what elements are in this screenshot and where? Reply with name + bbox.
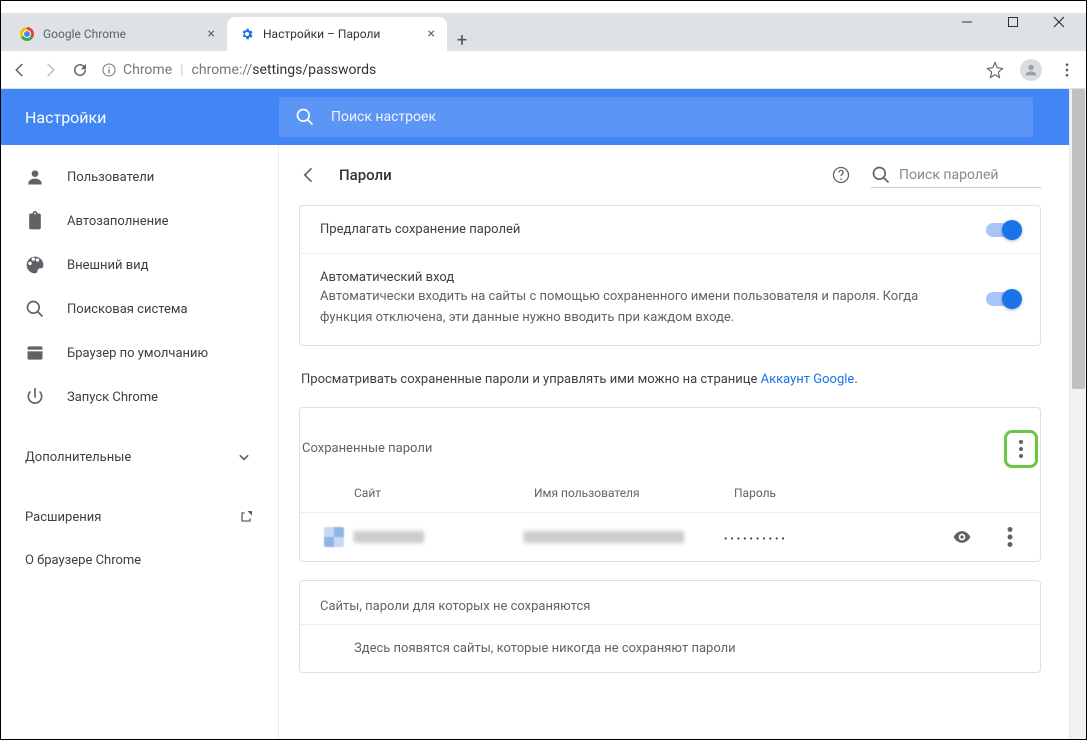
sidebar-item-label: Запуск Chrome xyxy=(67,390,158,405)
username-obscured xyxy=(524,531,684,543)
passwords-table-header: Сайт Имя пользователя Пароль xyxy=(300,474,1040,512)
site-name-obscured xyxy=(354,531,424,543)
sidebar-advanced-toggle[interactable]: Дополнительные xyxy=(1,433,278,481)
profile-avatar[interactable] xyxy=(1020,59,1042,81)
close-icon[interactable]: × xyxy=(428,26,435,42)
auto-signin-toggle[interactable] xyxy=(986,292,1020,306)
search-icon xyxy=(871,165,891,185)
omnibox[interactable]: Chrome | chrome://settings/passwords xyxy=(101,62,974,78)
search-icon xyxy=(25,299,45,319)
sidebar-item-label: Автозаполнение xyxy=(67,214,169,229)
address-bar: Chrome | chrome://settings/passwords xyxy=(1,51,1086,89)
eye-icon[interactable] xyxy=(952,527,972,547)
never-saved-heading: Сайты, пароли для которых не сохраняются xyxy=(320,599,590,614)
sidebar-about-chrome[interactable]: О браузере Chrome xyxy=(1,539,278,582)
new-tab-button[interactable]: + xyxy=(447,30,477,51)
google-account-link[interactable]: Аккаунт Google xyxy=(761,372,855,387)
saved-passwords-menu-button[interactable] xyxy=(1004,430,1038,468)
settings-title: Настройки xyxy=(1,108,279,127)
sidebar-item-label: О браузере Chrome xyxy=(25,553,141,568)
reload-icon[interactable] xyxy=(71,61,89,79)
offer-save-label: Предлагать сохранение паролей xyxy=(320,222,972,237)
sidebar-extensions[interactable]: Расширения xyxy=(1,495,278,539)
tab-label: Настройки – Пароли xyxy=(263,27,380,41)
column-site: Сайт xyxy=(354,486,534,500)
sidebar-item-appearance[interactable]: Внешний вид xyxy=(1,243,278,287)
password-row[interactable]: •••••••••• xyxy=(300,512,1040,561)
search-placeholder: Поиск настроек xyxy=(331,109,436,125)
column-password: Пароль xyxy=(734,486,1020,500)
sidebar-item-label: Расширения xyxy=(25,510,101,525)
scrollbar-thumb[interactable] xyxy=(1072,89,1085,389)
sidebar-item-label: Пользователи xyxy=(67,170,154,185)
manage-passwords-note: Просматривать сохраненные пароли и управ… xyxy=(299,364,1041,407)
person-icon xyxy=(25,167,45,187)
help-icon[interactable] xyxy=(831,165,851,185)
passwords-search-placeholder: Поиск паролей xyxy=(899,167,998,183)
column-user: Имя пользователя xyxy=(534,486,734,500)
more-vert-icon[interactable] xyxy=(1000,527,1020,547)
info-icon xyxy=(101,62,117,78)
back-arrow-icon[interactable] xyxy=(299,165,319,185)
settings-panel: Пароли Поиск паролей Предлагать сохранен… xyxy=(279,145,1069,739)
passwords-search[interactable]: Поиск паролей xyxy=(871,163,1041,188)
site-favicon xyxy=(324,527,344,547)
close-icon[interactable]: × xyxy=(208,26,215,42)
saved-passwords-heading: Сохраненные пароли xyxy=(302,441,432,456)
sidebar-item-on-startup[interactable]: Запуск Chrome xyxy=(1,375,278,419)
external-link-icon xyxy=(238,509,254,525)
offer-save-toggle[interactable] xyxy=(986,223,1020,237)
auto-signin-title: Автоматический вход xyxy=(320,270,972,285)
tab-strip: Google Chrome × Настройки – Пароли × + xyxy=(1,13,1086,51)
power-icon xyxy=(25,387,45,407)
chrome-icon xyxy=(19,26,35,42)
sidebar-item-label: Внешний вид xyxy=(67,258,149,273)
sidebar-item-label: Дополнительные xyxy=(25,450,131,465)
url-path: settings/passwords xyxy=(252,62,376,78)
more-vert-icon xyxy=(1019,440,1023,458)
sidebar-item-search-engine[interactable]: Поисковая система xyxy=(1,287,278,331)
forward-icon xyxy=(41,61,59,79)
sidebar: Пользователи Автозаполнение Внешний вид … xyxy=(1,145,279,739)
window-close-button[interactable] xyxy=(1036,7,1082,37)
sidebar-item-people[interactable]: Пользователи xyxy=(1,155,278,199)
url-chip-label: Chrome xyxy=(123,62,172,78)
page-title: Пароли xyxy=(339,166,392,184)
star-icon[interactable] xyxy=(986,61,1004,79)
auto-signin-description: Автоматически входить на сайты с помощью… xyxy=(320,287,972,329)
settings-search[interactable]: Поиск настроек xyxy=(279,97,1033,137)
browser-menu-icon[interactable] xyxy=(1058,61,1076,79)
tab-label: Google Chrome xyxy=(43,27,126,41)
sidebar-item-autofill[interactable]: Автозаполнение xyxy=(1,199,278,243)
sidebar-item-default-browser[interactable]: Браузер по умолчанию xyxy=(1,331,278,375)
clipboard-icon xyxy=(25,211,45,231)
sidebar-item-label: Браузер по умолчанию xyxy=(67,346,208,361)
window-maximize-button[interactable] xyxy=(990,7,1036,37)
never-saved-empty-text: Здесь появятся сайты, которые никогда не… xyxy=(300,624,1040,672)
browser-icon xyxy=(25,343,45,363)
back-icon[interactable] xyxy=(11,61,29,79)
palette-icon xyxy=(25,255,45,275)
chevron-down-icon xyxy=(234,447,254,467)
search-icon xyxy=(295,107,315,127)
window-minimize-button[interactable] xyxy=(944,7,990,37)
browser-tab-chrome[interactable]: Google Chrome × xyxy=(7,17,227,51)
settings-header: Настройки Поиск настроек xyxy=(1,89,1069,145)
sidebar-item-label: Поисковая система xyxy=(67,302,188,317)
browser-tab-settings[interactable]: Настройки – Пароли × xyxy=(227,17,447,51)
password-masked: •••••••••• xyxy=(724,534,788,545)
page-scrollbar[interactable] xyxy=(1069,89,1086,739)
gear-icon xyxy=(239,26,255,42)
url-scheme: chrome:// xyxy=(192,62,253,78)
